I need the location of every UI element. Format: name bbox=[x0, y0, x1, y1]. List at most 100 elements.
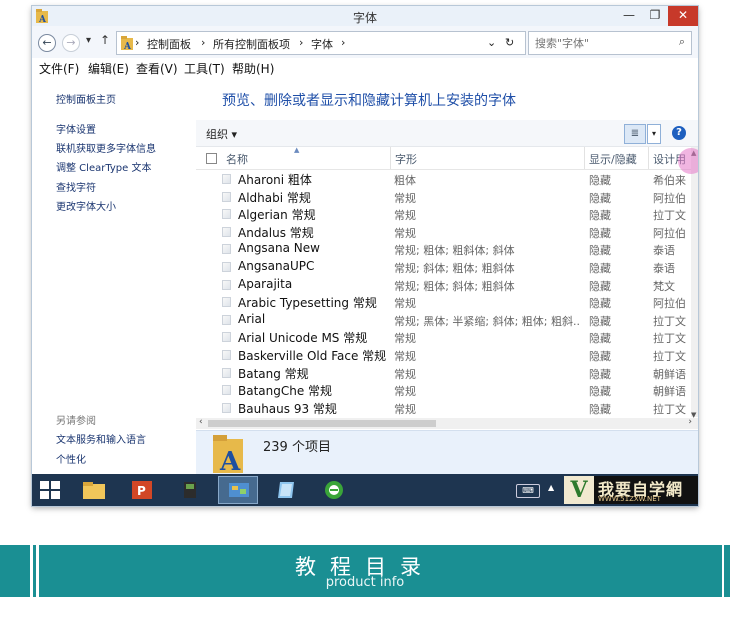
column-divider[interactable] bbox=[648, 147, 649, 169]
breadcrumb-control-panel[interactable]: 控制面板 bbox=[147, 36, 191, 52]
font-designer: 阿拉伯 bbox=[653, 297, 686, 311]
folder-icon bbox=[83, 482, 105, 499]
search-icon[interactable]: ⌕ bbox=[679, 35, 685, 49]
taskbar-control-panel[interactable] bbox=[218, 476, 258, 504]
control-panel-icon bbox=[229, 483, 249, 497]
breadcrumb-separator[interactable]: › bbox=[299, 36, 303, 49]
taskbar-file-explorer[interactable] bbox=[74, 476, 114, 504]
menu-tools[interactable]: 工具(T) bbox=[184, 60, 225, 77]
back-button[interactable]: ← bbox=[38, 34, 56, 52]
fonts-window: A 字体 — ❐ ✕ ← → ▾ ↑ A › 控制面板 › 所有控制面板项 › … bbox=[32, 6, 698, 506]
address-bar[interactable]: A › 控制面板 › 所有控制面板项 › 字体 › ⌄ ↻ bbox=[116, 31, 526, 55]
table-row[interactable]: Aparajita 常规; 粗体; 斜体; 粗斜体 隐藏 梵文 bbox=[196, 276, 691, 293]
font-style: 常规; 斜体; 粗体; 粗斜体 bbox=[394, 262, 515, 275]
font-list: Aharoni 粗体 粗体 隐藏 希伯来 Aldhabi 常规 常规 隐藏 阿拉伯 Algeri… bbox=[196, 170, 691, 418]
horizontal-scrollbar[interactable]: ‹ › bbox=[196, 417, 698, 429]
brand-logo: V 我要自学網 WWW.51ZXW.NET bbox=[564, 476, 698, 504]
breadcrumb-all-items[interactable]: 所有控制面板项 bbox=[213, 36, 290, 52]
window-title: 字体 bbox=[352, 11, 377, 25]
scroll-left-icon[interactable]: ‹ bbox=[199, 417, 203, 427]
table-row[interactable]: AngsanaUPC 常规; 斜体; 粗体; 粗斜体 隐藏 泰语 bbox=[196, 258, 691, 275]
menu-edit[interactable]: 编辑(E) bbox=[88, 60, 129, 77]
column-style[interactable]: 字形 bbox=[395, 151, 417, 167]
close-button[interactable]: ✕ bbox=[668, 6, 698, 26]
menu-file[interactable]: 文件(F) bbox=[39, 60, 79, 77]
address-dropdown-icon[interactable]: ⌄ bbox=[487, 36, 496, 49]
sort-ascending-icon: ▲ bbox=[294, 146, 300, 154]
control-panel-home-link[interactable]: 控制面板主页 bbox=[56, 91, 116, 106]
font-file-icon bbox=[222, 226, 231, 237]
table-row[interactable]: Aharoni 粗体 粗体 隐藏 希伯来 bbox=[196, 170, 691, 187]
section-banner: 教程目录 product info bbox=[0, 545, 730, 597]
maximize-button[interactable]: ❐ bbox=[642, 6, 668, 26]
taskbar-notepad[interactable] bbox=[266, 476, 306, 504]
scroll-right-icon[interactable]: › bbox=[688, 417, 692, 427]
font-name: Angsana New bbox=[238, 241, 320, 256]
address-row: ← → ▾ ↑ A › 控制面板 › 所有控制面板项 › 字体 › ⌄ ↻ ⌕ bbox=[32, 26, 698, 58]
table-row[interactable]: Baskerville Old Face 常规 常规 隐藏 拉丁文 bbox=[196, 346, 691, 363]
breadcrumb-separator[interactable]: › bbox=[135, 36, 139, 49]
column-name[interactable]: 名称 bbox=[226, 151, 248, 167]
font-visibility: 隐藏 bbox=[589, 297, 611, 311]
menu-bar: 文件(F) 编辑(E) 查看(V) 工具(T) 帮助(H) bbox=[32, 58, 698, 76]
taskbar-powerpoint[interactable]: P bbox=[122, 476, 162, 504]
font-file-icon bbox=[222, 385, 231, 396]
font-file-icon bbox=[222, 297, 231, 308]
tray-expand-icon[interactable]: ▲ bbox=[548, 483, 554, 492]
font-style: 常规 bbox=[394, 209, 416, 223]
windows-start-icon[interactable] bbox=[40, 481, 60, 499]
view-details-icon[interactable]: ≣ bbox=[624, 124, 646, 144]
help-icon[interactable]: ? bbox=[672, 126, 686, 140]
breadcrumb-separator[interactable]: › bbox=[341, 36, 345, 49]
fonts-folder-icon: A bbox=[121, 36, 133, 50]
table-row[interactable]: Batang 常规 常规 隐藏 朝鲜语 bbox=[196, 364, 691, 381]
search-input[interactable] bbox=[533, 34, 667, 52]
menu-help[interactable]: 帮助(H) bbox=[232, 60, 274, 77]
column-show-hide[interactable]: 显示/隐藏 bbox=[589, 151, 637, 167]
keyboard-icon[interactable]: ⌨ bbox=[516, 484, 540, 498]
column-divider[interactable] bbox=[390, 147, 391, 169]
table-row[interactable]: Arial 常规; 黑体; 半紧缩; 斜体; 粗体; 粗斜... 隐藏 拉丁文 bbox=[196, 311, 691, 328]
table-row[interactable]: Arial Unicode MS 常规 常规 隐藏 拉丁文 bbox=[196, 328, 691, 345]
table-row[interactable]: Aldhabi 常规 常规 隐藏 阿拉伯 bbox=[196, 188, 691, 205]
font-name: AngsanaUPC bbox=[238, 259, 315, 273]
get-font-info-link[interactable]: 联机获取更多字体信息 bbox=[56, 140, 156, 155]
taskbar-browser[interactable] bbox=[314, 476, 354, 504]
text-services-link[interactable]: 文本服务和输入语言 bbox=[56, 431, 146, 446]
personalization-link[interactable]: 个性化 bbox=[56, 451, 86, 466]
font-designer: 泰语 bbox=[653, 244, 675, 258]
organize-button[interactable]: 组织 ▾ bbox=[206, 126, 237, 142]
table-row[interactable]: Bauhaus 93 常规 常规 隐藏 拉丁文 bbox=[196, 399, 691, 416]
table-row[interactable]: Algerian 常规 常规 隐藏 拉丁文 bbox=[196, 205, 691, 222]
minimize-button[interactable]: — bbox=[616, 6, 642, 26]
left-navigation: 控制面板主页 字体设置 联机获取更多字体信息 调整 ClearType 文本 查… bbox=[32, 76, 196, 474]
select-all-checkbox[interactable] bbox=[206, 153, 217, 164]
view-options-dropdown[interactable]: ▾ bbox=[647, 124, 661, 144]
breadcrumb-separator[interactable]: › bbox=[201, 36, 205, 49]
font-visibility: 隐藏 bbox=[589, 191, 611, 205]
scrollbar-thumb[interactable] bbox=[208, 420, 436, 427]
table-row[interactable]: Angsana New 常规; 粗体; 粗斜体; 斜体 隐藏 泰语 bbox=[196, 240, 691, 257]
find-character-link[interactable]: 查找字符 bbox=[56, 179, 96, 194]
menu-view[interactable]: 查看(V) bbox=[136, 60, 178, 77]
up-button[interactable]: ↑ bbox=[100, 33, 110, 47]
font-name: Bauhaus 93 常规 bbox=[238, 401, 337, 416]
table-row[interactable]: Andalus 常规 常规 隐藏 阿拉伯 bbox=[196, 223, 691, 240]
table-row[interactable]: BatangChe 常规 常规 隐藏 朝鲜语 bbox=[196, 381, 691, 398]
forward-button[interactable]: → bbox=[62, 34, 80, 52]
font-name: Andalus 常规 bbox=[238, 225, 314, 240]
font-designer: 阿拉伯 bbox=[653, 191, 686, 205]
table-row[interactable]: Arabic Typesetting 常规 常规 隐藏 阿拉伯 bbox=[196, 293, 691, 310]
column-divider[interactable] bbox=[584, 147, 585, 169]
change-font-size-link[interactable]: 更改字体大小 bbox=[56, 198, 116, 213]
recent-locations-button[interactable]: ▾ bbox=[86, 35, 91, 46]
vertical-scrollbar[interactable]: ▲ ▼ bbox=[691, 147, 698, 419]
font-designer: 阿拉伯 bbox=[653, 226, 686, 240]
breadcrumb-fonts[interactable]: 字体 bbox=[311, 36, 333, 52]
font-style: 常规 bbox=[394, 191, 416, 205]
taskbar-recorder[interactable] bbox=[170, 476, 210, 504]
refresh-icon[interactable]: ↻ bbox=[505, 36, 514, 49]
brand-url: WWW.51ZXW.NET bbox=[598, 495, 661, 503]
font-settings-link[interactable]: 字体设置 bbox=[56, 121, 96, 136]
adjust-cleartype-link[interactable]: 调整 ClearType 文本 bbox=[56, 159, 151, 174]
